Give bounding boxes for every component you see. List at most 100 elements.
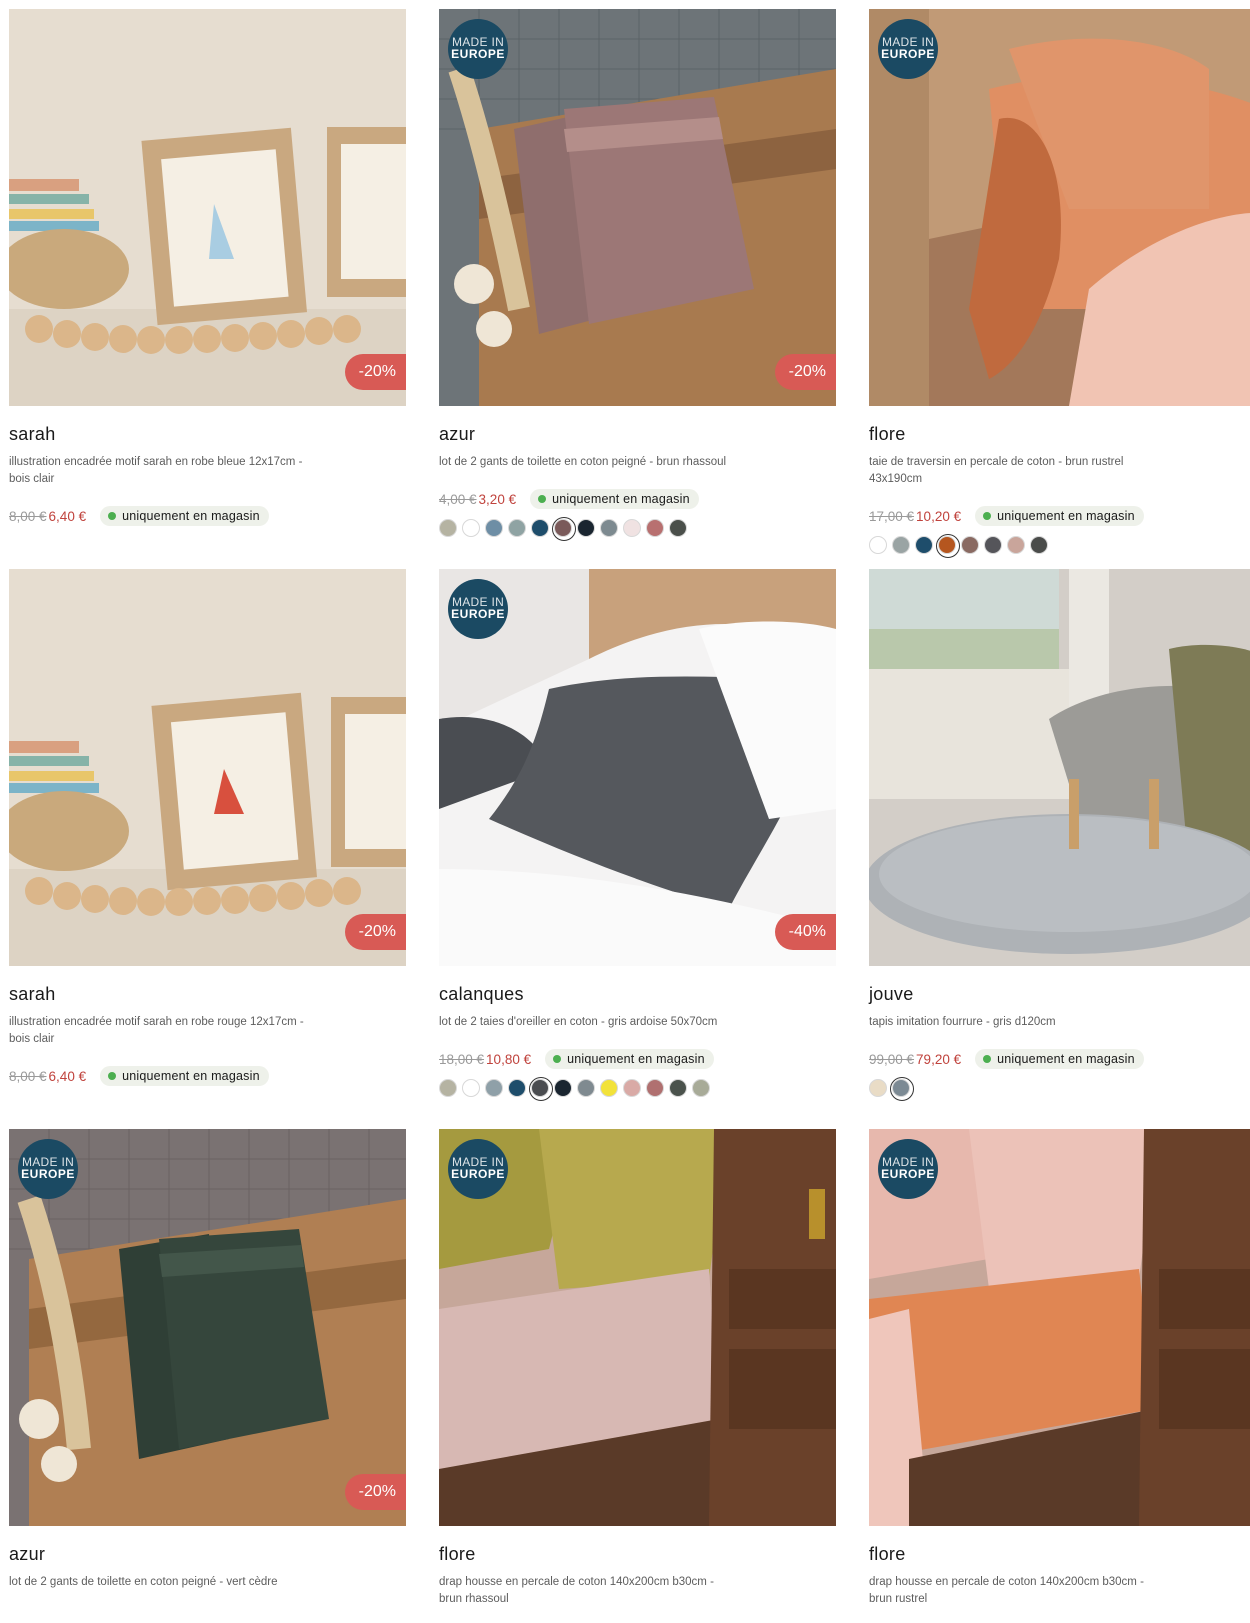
availability-badge: uniquement en magasin xyxy=(100,1066,269,1086)
product-description[interactable]: taie de traversin en percale de coton - … xyxy=(869,454,1169,488)
old-price: 99,00 € xyxy=(869,1051,915,1067)
product-card[interactable]: -20% sarah illustration encadrée motif s… xyxy=(9,569,406,1086)
color-swatch[interactable] xyxy=(892,536,910,554)
color-swatch[interactable] xyxy=(961,536,979,554)
color-swatch[interactable] xyxy=(890,1077,914,1101)
color-swatch[interactable] xyxy=(669,519,687,537)
availability-label: uniquement en magasin xyxy=(122,509,260,523)
availability-label: uniquement en magasin xyxy=(997,509,1135,523)
color-swatch[interactable] xyxy=(1030,536,1048,554)
price-row: 18,00 € 10,80 € uniquement en magasin xyxy=(439,1049,836,1069)
color-swatches xyxy=(869,1077,1250,1101)
color-swatch[interactable] xyxy=(623,519,641,537)
discount-badge: -40% xyxy=(774,914,836,950)
color-swatch[interactable] xyxy=(529,1077,553,1101)
old-price: 17,00 € xyxy=(869,508,915,524)
sale-price: 10,80 € xyxy=(486,1051,532,1067)
color-swatch[interactable] xyxy=(669,1079,687,1097)
product-name[interactable]: calanques xyxy=(439,984,836,1008)
color-swatch[interactable] xyxy=(508,1079,526,1097)
color-swatch[interactable] xyxy=(439,519,457,537)
product-name[interactable]: azur xyxy=(9,1544,406,1568)
availability-badge: uniquement en magasin xyxy=(975,506,1144,526)
product-card[interactable]: -20% sarah illustration encadrée motif s… xyxy=(9,9,406,526)
product-image[interactable]: MADE IN EUROPE -20% xyxy=(9,1129,406,1526)
color-swatch[interactable] xyxy=(462,1079,480,1097)
product-description[interactable]: lot de 2 gants de toilette en coton peig… xyxy=(439,454,739,471)
product-description[interactable]: lot de 2 gants de toilette en coton peig… xyxy=(9,1574,309,1591)
color-swatch[interactable] xyxy=(485,519,503,537)
product-image[interactable]: MADE IN EUROPE -40% xyxy=(439,569,836,966)
color-swatch[interactable] xyxy=(646,1079,664,1097)
product-description[interactable]: lot de 2 taies d'oreiller en coton - gri… xyxy=(439,1014,739,1031)
availability-label: uniquement en magasin xyxy=(997,1052,1135,1066)
color-swatches xyxy=(439,1077,836,1101)
made-in-europe-badge: MADE IN EUROPE xyxy=(878,19,938,79)
product-image[interactable]: -20% xyxy=(9,569,406,966)
color-swatch[interactable] xyxy=(577,1079,595,1097)
product-description[interactable]: drap housse en percale de coton 140x200c… xyxy=(869,1574,1169,1608)
price-row: 8,00 € 6,40 € uniquement en magasin xyxy=(9,506,406,526)
product-card[interactable]: jouve tapis imitation fourrure - gris d1… xyxy=(869,569,1250,1101)
product-image[interactable]: MADE IN EUROPE -20% xyxy=(439,9,836,406)
product-name[interactable]: flore xyxy=(869,1544,1250,1568)
color-swatch[interactable] xyxy=(1007,536,1025,554)
product-description[interactable]: drap housse en percale de coton 140x200c… xyxy=(439,1574,739,1608)
sale-price: 10,20 € xyxy=(916,508,962,524)
color-swatch[interactable] xyxy=(692,1079,710,1097)
discount-badge: -20% xyxy=(344,354,406,390)
color-swatch[interactable] xyxy=(936,534,960,558)
price-row: 4,00 € 3,20 € uniquement en magasin xyxy=(439,489,836,509)
availability-badge: uniquement en magasin xyxy=(975,1049,1144,1069)
old-price: 18,00 € xyxy=(439,1051,485,1067)
made-in-europe-badge: MADE IN EUROPE xyxy=(448,19,508,79)
product-image[interactable]: MADE IN EUROPE xyxy=(869,9,1250,406)
product-name[interactable]: azur xyxy=(439,424,836,448)
sale-price: 79,20 € xyxy=(916,1051,962,1067)
color-swatch[interactable] xyxy=(869,536,887,554)
color-swatch[interactable] xyxy=(508,519,526,537)
product-image[interactable]: -20% xyxy=(9,9,406,406)
color-swatch[interactable] xyxy=(552,517,576,541)
product-card[interactable]: MADE IN EUROPE flore drap housse en perca… xyxy=(869,1129,1250,1608)
product-name[interactable]: sarah xyxy=(9,424,406,448)
sale-price: 6,40 € xyxy=(48,508,87,524)
product-name[interactable]: jouve xyxy=(869,984,1250,1008)
product-description[interactable]: illustration encadrée motif sarah en rob… xyxy=(9,454,309,488)
color-swatch[interactable] xyxy=(554,1079,572,1097)
product-card[interactable]: MADE IN EUROPE -20% azur lot de 2 gants d… xyxy=(439,9,836,541)
in-store-dot-icon xyxy=(983,1055,992,1063)
color-swatch[interactable] xyxy=(984,536,1002,554)
product-card[interactable]: MADE IN EUROPE flore taie de traversin en… xyxy=(869,9,1250,558)
product-name[interactable]: flore xyxy=(869,424,1250,448)
in-store-dot-icon xyxy=(983,512,992,520)
product-name[interactable]: flore xyxy=(439,1544,836,1568)
product-name[interactable]: sarah xyxy=(9,984,406,1008)
in-store-dot-icon xyxy=(108,1072,117,1080)
discount-badge: -20% xyxy=(774,354,836,390)
color-swatch[interactable] xyxy=(600,519,618,537)
color-swatch[interactable] xyxy=(623,1079,641,1097)
made-in-europe-badge: MADE IN EUROPE xyxy=(448,579,508,639)
color-swatch[interactable] xyxy=(600,1079,618,1097)
color-swatch[interactable] xyxy=(485,1079,503,1097)
product-description[interactable]: illustration encadrée motif sarah en rob… xyxy=(9,1014,309,1048)
color-swatch[interactable] xyxy=(646,519,664,537)
price-row: 17,00 € 10,20 € uniquement en magasin xyxy=(869,506,1250,526)
product-card[interactable]: MADE IN EUROPE -40% calanques lot de 2 ta… xyxy=(439,569,836,1101)
color-swatch[interactable] xyxy=(915,536,933,554)
color-swatch[interactable] xyxy=(462,519,480,537)
color-swatch[interactable] xyxy=(531,519,549,537)
in-store-dot-icon xyxy=(553,1055,562,1063)
color-swatch[interactable] xyxy=(869,1079,887,1097)
product-image[interactable]: MADE IN EUROPE xyxy=(869,1129,1250,1526)
product-image[interactable]: MADE IN EUROPE xyxy=(439,1129,836,1526)
made-in-europe-badge: MADE IN EUROPE xyxy=(18,1139,78,1199)
product-card[interactable]: MADE IN EUROPE -20% azur lot de 2 gants d… xyxy=(9,1129,406,1591)
color-swatch[interactable] xyxy=(577,519,595,537)
product-image[interactable] xyxy=(869,569,1250,966)
product-photo-frame-red-dress xyxy=(9,569,406,966)
color-swatch[interactable] xyxy=(439,1079,457,1097)
product-description[interactable]: tapis imitation fourrure - gris d120cm xyxy=(869,1014,1169,1031)
product-card[interactable]: MADE IN EUROPE flore drap housse en perca… xyxy=(439,1129,836,1608)
